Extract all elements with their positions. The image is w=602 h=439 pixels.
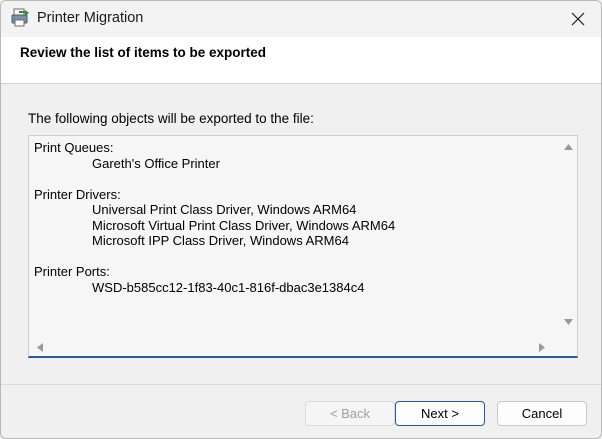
printer-migration-dialog: Printer Migration Review the list of ite… [0,0,602,439]
export-item: Gareth's Office Printer [92,155,220,171]
wizard-header: Review the list of items to be exported [1,37,601,84]
vertical-scrollbar[interactable] [559,136,577,334]
scroll-left-arrow-icon[interactable] [37,343,43,352]
export-item: Microsoft Virtual Print Class Driver, Wi… [92,217,396,233]
export-items-content: Print Queues: Gareth's Office Printer Prin… [34,140,557,334]
export-item: WSD-b585cc12-1f83-40c1-816f-dbac3e1384c4 [92,279,365,295]
next-button[interactable]: Next > [395,401,485,426]
export-group: Print Queues: Gareth's Office Printer [34,140,557,171]
cancel-button[interactable]: Cancel [497,401,587,426]
export-group: Printer Drivers: Universal Print Class Dr… [34,187,557,249]
back-button[interactable]: < Back [305,401,395,426]
intro-text: The following objects will be exported t… [28,111,314,126]
close-icon [571,12,585,26]
horizontal-scrollbar[interactable] [29,338,559,356]
export-item: Microsoft IPP Class Driver, Windows ARM6… [92,233,349,248]
scroll-right-arrow-icon[interactable] [539,343,545,352]
export-group-label: Printer Drivers: [34,186,121,202]
close-button[interactable] [555,1,601,37]
title-bar[interactable]: Printer Migration [1,1,601,37]
footer-divider [1,384,601,385]
scroll-up-arrow-icon[interactable] [564,144,573,150]
export-items-list[interactable]: Print Queues: Gareth's Office Printer Prin… [28,135,578,358]
export-group-label: Printer Ports: [34,264,110,279]
scroll-corner [559,336,577,356]
export-item: Universal Print Class Driver, Windows AR… [92,202,357,217]
page-title: Review the list of items to be exported [20,45,267,60]
window-title: Printer Migration [37,10,144,26]
scroll-down-arrow-icon[interactable] [564,319,573,325]
export-group: Printer Ports: WSD-b585cc12-1f83-40c1-816… [34,264,557,295]
export-group-label: Print Queues: [34,140,114,155]
printer-migration-icon [11,8,31,28]
